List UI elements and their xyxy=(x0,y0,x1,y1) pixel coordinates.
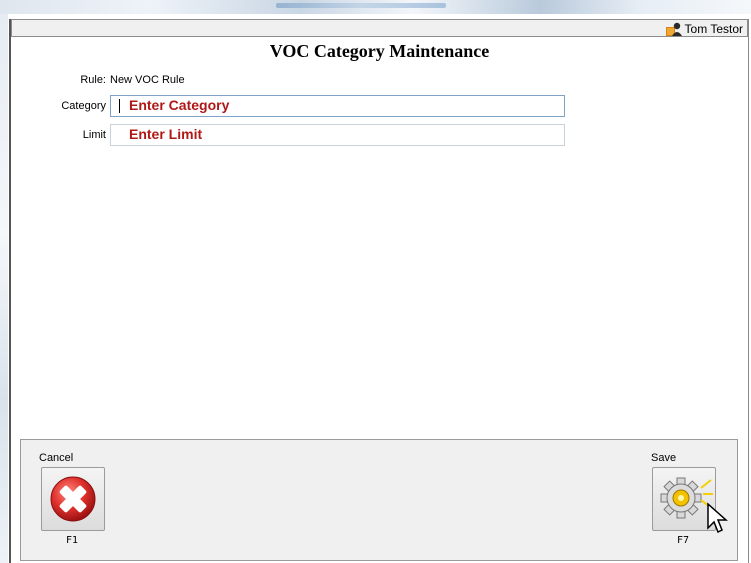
cancel-x-icon xyxy=(49,475,97,528)
user-avatar-icon xyxy=(665,22,682,36)
user-name: Tom Testor xyxy=(684,22,743,36)
footer-bar: Cancel F1 Save F7 xyxy=(20,439,738,561)
save-label: Save xyxy=(651,452,677,464)
cancel-key: F1 xyxy=(66,535,79,546)
category-label: Category xyxy=(61,100,106,112)
category-placeholder: Enter Category xyxy=(129,97,230,113)
mouse-pointer-icon xyxy=(706,502,730,543)
text-caret xyxy=(119,99,120,113)
limit-label: Limit xyxy=(82,129,106,141)
app-window: Tom Testor VOC Category Maintenance Rule… xyxy=(9,19,749,563)
title-bar: Tom Testor xyxy=(11,19,748,37)
user-badge[interactable]: Tom Testor xyxy=(665,21,743,37)
cancel-button[interactable] xyxy=(41,467,105,531)
cancel-label: Cancel xyxy=(39,452,74,464)
page-title: VOC Category Maintenance xyxy=(269,41,490,61)
save-key: F7 xyxy=(677,535,690,546)
rule-value: New VOC Rule xyxy=(110,74,185,86)
limit-input[interactable]: Enter Limit xyxy=(110,124,565,146)
left-edge xyxy=(0,14,8,563)
top-strip-mark xyxy=(276,3,446,8)
rule-label: Rule: xyxy=(80,74,106,86)
category-input[interactable]: Enter Category xyxy=(110,95,565,117)
limit-placeholder: Enter Limit xyxy=(129,126,203,142)
gear-icon xyxy=(657,474,713,531)
top-strip xyxy=(0,0,751,14)
